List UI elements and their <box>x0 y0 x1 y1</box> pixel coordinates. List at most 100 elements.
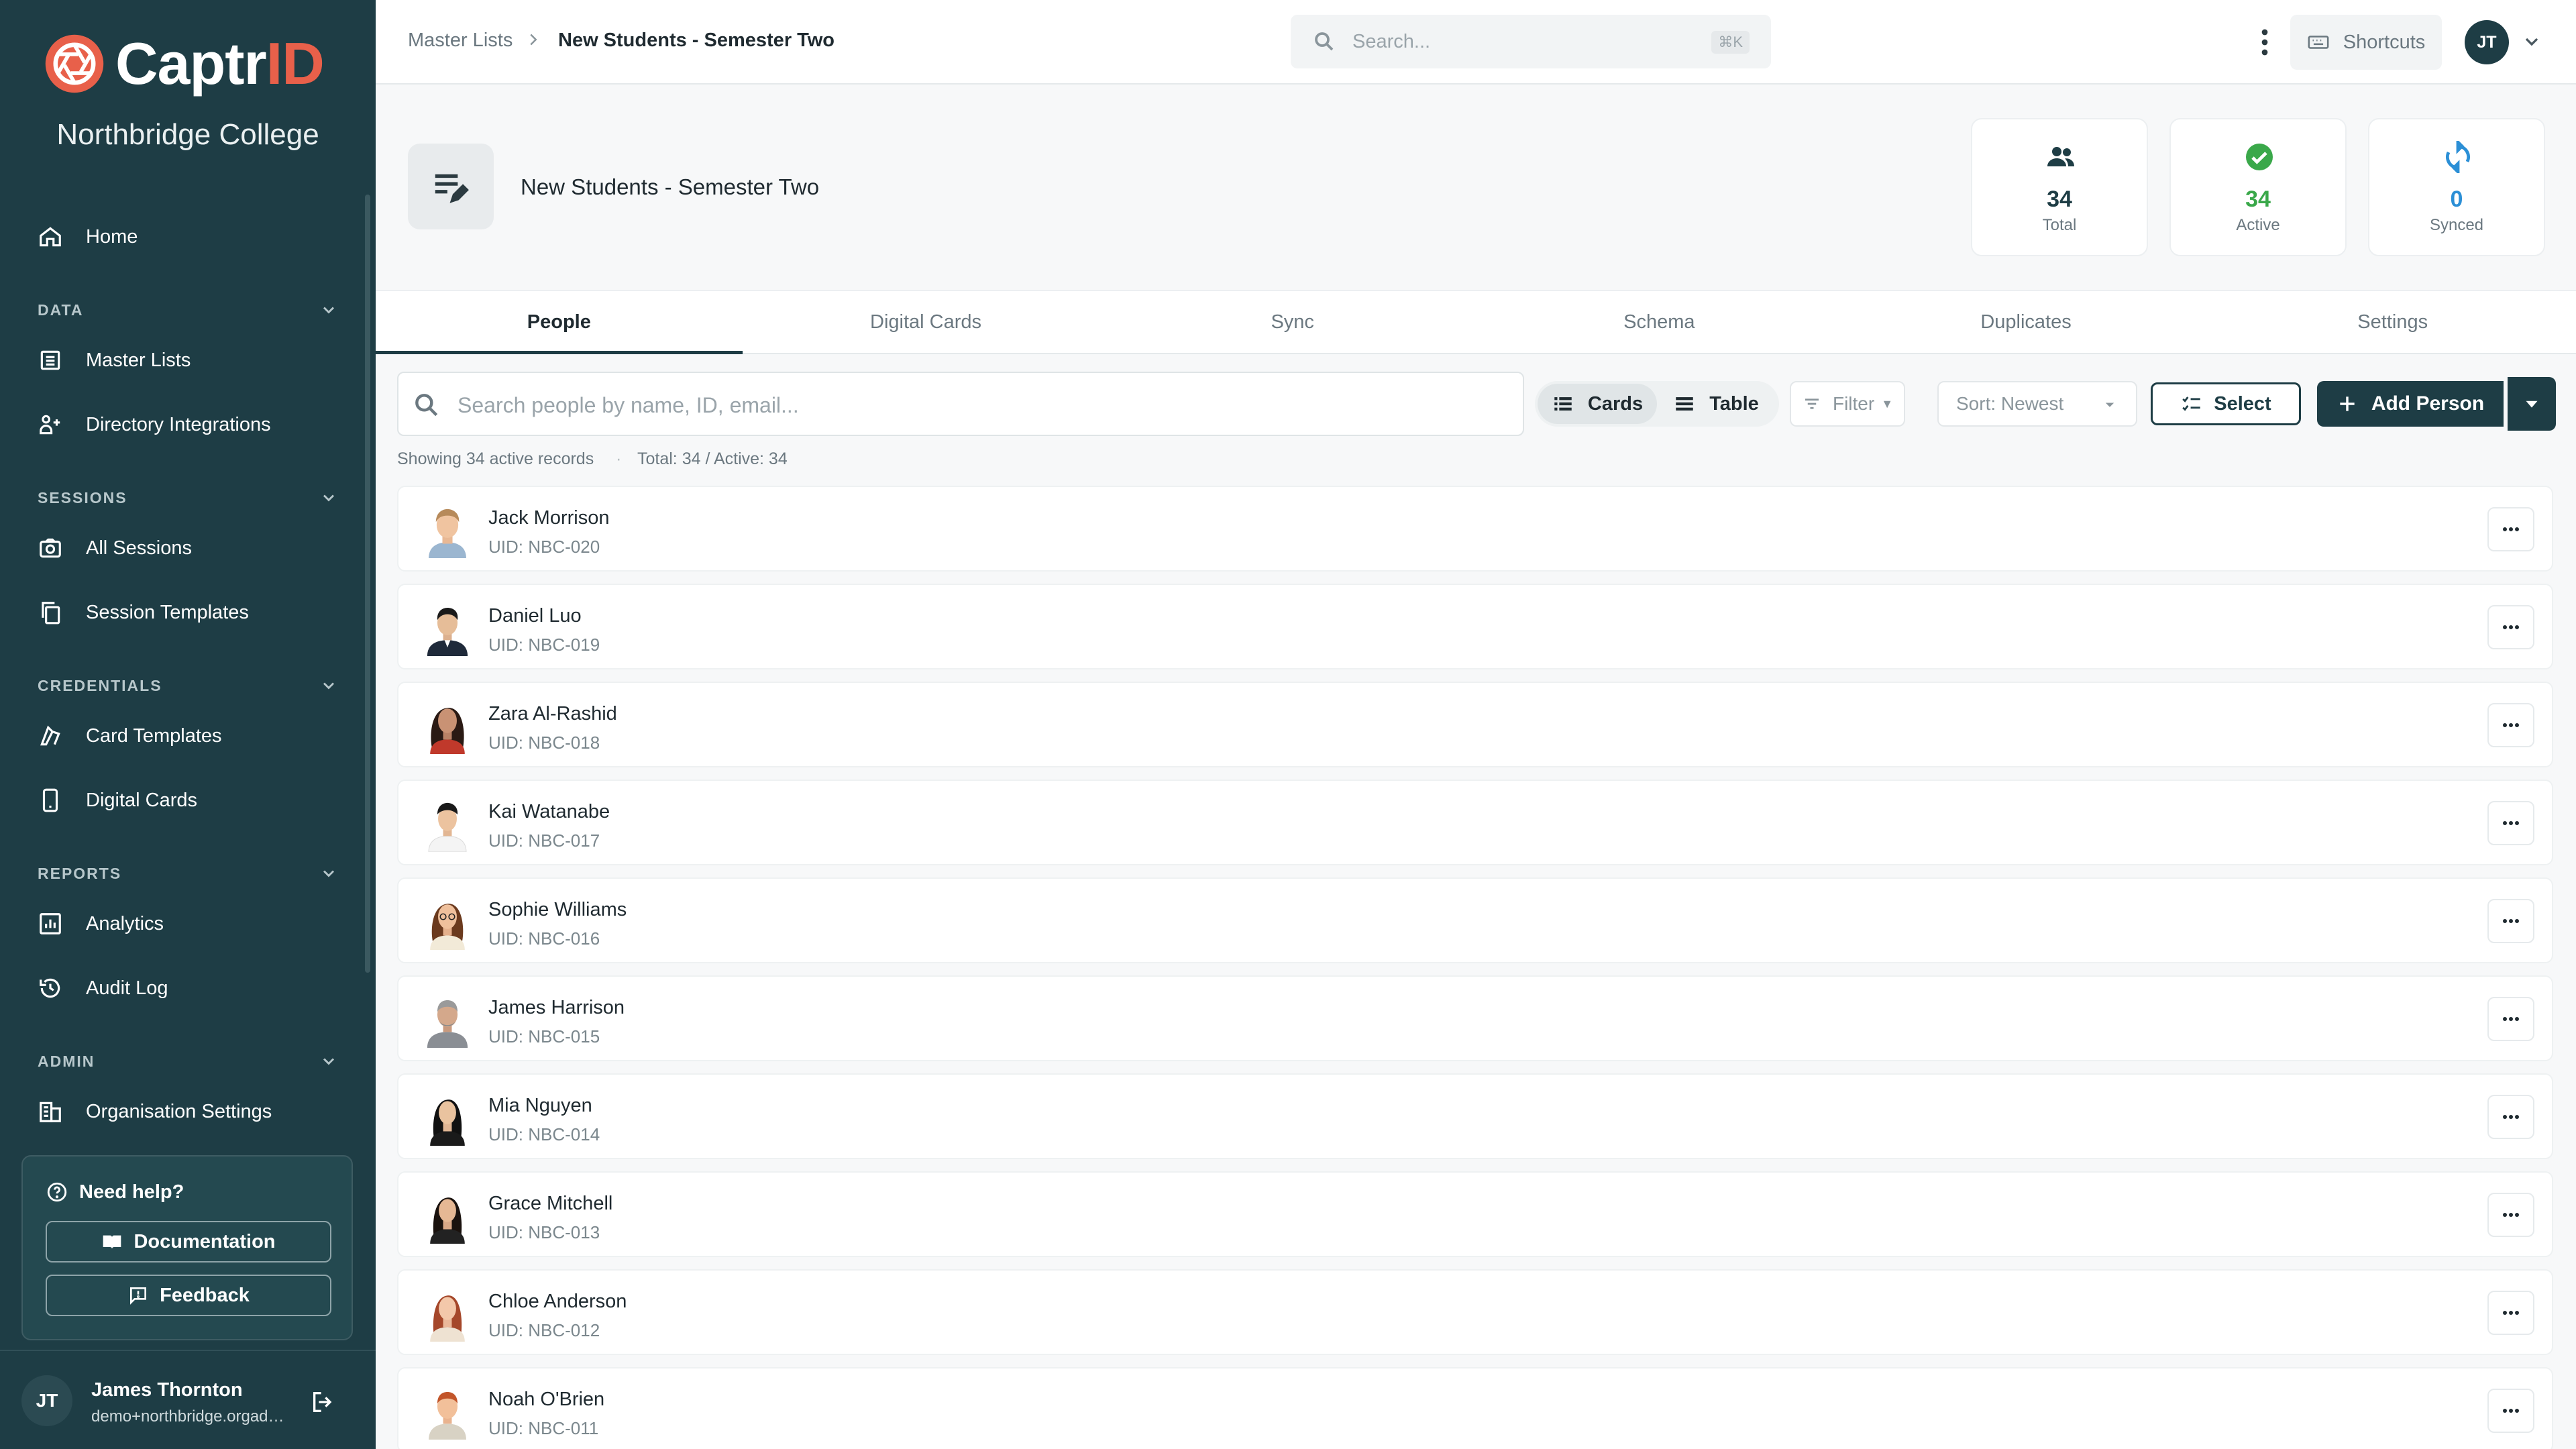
sidebar-item-card-templates[interactable]: Card Templates <box>38 712 222 759</box>
add-person-button[interactable]: Add Person <box>2317 381 2504 427</box>
person-uid: UID: NBC-011 <box>488 1418 599 1438</box>
page-title: New Students - Semester Two <box>521 174 820 199</box>
documentation-button[interactable]: Documentation <box>46 1221 331 1263</box>
filter-button[interactable]: Filter ▼ <box>1790 381 1905 427</box>
search-icon <box>1315 32 1334 51</box>
tab-people[interactable]: People <box>376 291 743 354</box>
section-reports[interactable]: REPORTS <box>38 864 338 883</box>
row-more-button[interactable] <box>2487 801 2534 845</box>
person-uid: UID: NBC-012 <box>488 1320 600 1340</box>
help-title: Need help? <box>46 1181 184 1203</box>
search-icon <box>415 394 438 417</box>
more-vertical-icon[interactable] <box>2251 25 2278 59</box>
person-photo <box>429 508 466 558</box>
shortcuts-button[interactable]: Shortcuts <box>2290 15 2442 70</box>
sidebar-item-digital-cards[interactable]: Digital Cards <box>38 777 197 824</box>
list-item[interactable]: Sophie Williams UID: NBC-016 <box>397 877 2553 963</box>
sidebar-item-organisation-settings[interactable]: Organisation Settings <box>38 1088 272 1135</box>
people-search-input[interactable]: Search people by name, ID, email... <box>397 372 1524 436</box>
sidebar-item-analytics[interactable]: Analytics <box>38 900 164 947</box>
person-uid: UID: NBC-013 <box>488 1222 600 1242</box>
row-more-button[interactable] <box>2487 1095 2534 1139</box>
row-more-button[interactable] <box>2487 1291 2534 1335</box>
view-toggle: Cards Table <box>1535 381 1779 427</box>
breadcrumb-master-lists[interactable]: Master Lists <box>408 30 513 52</box>
sidebar-item-home[interactable]: Home <box>38 213 138 260</box>
sidebar-item-directory-integrations[interactable]: Directory Integrations <box>38 401 271 448</box>
row-more-button[interactable] <box>2487 1389 2534 1433</box>
brand-logo[interactable]: CaptrID <box>43 32 325 95</box>
row-more-button[interactable] <box>2487 1193 2534 1237</box>
list-item[interactable]: Mia Nguyen UID: NBC-014 <box>397 1073 2553 1159</box>
analytics-icon <box>40 913 61 934</box>
person-uid: UID: NBC-018 <box>488 733 600 753</box>
copy-icon <box>42 602 60 625</box>
row-more-button[interactable] <box>2487 507 2534 551</box>
list-item[interactable]: James Harrison UID: NBC-015 <box>397 975 2553 1061</box>
integration-icon <box>40 415 60 435</box>
table-view-label: Table <box>1709 392 1759 415</box>
list-item[interactable]: Kai Watanabe UID: NBC-017 <box>397 780 2553 865</box>
chevron-down-icon[interactable] <box>2521 31 2542 52</box>
sidebar-item-all-sessions[interactable]: All Sessions <box>38 525 192 572</box>
feedback-button[interactable]: Feedback <box>46 1275 331 1316</box>
tab-settings[interactable]: Settings <box>2209 291 2576 353</box>
avatar[interactable]: JT <box>21 1375 72 1426</box>
chevron-down-icon <box>323 1058 335 1065</box>
select-button[interactable]: Select <box>2151 382 2301 425</box>
row-more-button[interactable] <box>2487 997 2534 1041</box>
sidebar-item-audit-log[interactable]: Audit Log <box>38 965 168 1012</box>
view-list-icon <box>1554 397 1572 411</box>
tab-duplicates[interactable]: Duplicates <box>1843 291 2210 353</box>
tab-digital-cards[interactable]: Digital Cards <box>743 291 1110 353</box>
person-photo <box>430 904 465 950</box>
list-item[interactable]: Zara Al-Rashid UID: NBC-018 <box>397 682 2553 767</box>
person-photo <box>430 1099 465 1146</box>
row-more-button[interactable] <box>2487 899 2534 943</box>
person-photo <box>427 607 468 656</box>
section-data[interactable]: DATA <box>38 301 338 319</box>
tab-bar: People Digital Cards Sync Schema Duplica… <box>376 290 2576 354</box>
top-bar: Master Lists New Students - Semester Two… <box>376 0 2576 85</box>
logout-icon[interactable] <box>310 1389 337 1415</box>
summary-totals: Total: 34 / Active: 34 <box>637 449 788 468</box>
list-item[interactable]: Grace Mitchell UID: NBC-013 <box>397 1171 2553 1257</box>
list-item[interactable]: Daniel Luo UID: NBC-019 <box>397 584 2553 669</box>
person-photo <box>430 1295 465 1342</box>
global-search-input[interactable]: Search... ⌘K <box>1291 15 1771 68</box>
avatar[interactable]: JT <box>2465 20 2509 64</box>
person-uid: UID: NBC-014 <box>488 1124 600 1144</box>
section-credentials[interactable]: CREDENTIALS <box>38 676 338 695</box>
check-circle-icon <box>2246 144 2273 170</box>
user-footer: JT James Thornton demo+northbridge.orgad… <box>0 1350 376 1449</box>
list-item[interactable]: Jack Morrison UID: NBC-020 <box>397 486 2553 572</box>
sidebar-scrollbar[interactable] <box>365 195 370 973</box>
list-item[interactable]: Noah O'Brien UID: NBC-011 <box>397 1367 2553 1449</box>
list-item[interactable]: Chloe Anderson UID: NBC-012 <box>397 1269 2553 1355</box>
section-admin[interactable]: ADMIN <box>38 1052 338 1071</box>
sidebar-item-label: Digital Cards <box>86 789 197 811</box>
aperture-logo-icon <box>45 34 104 93</box>
more-horizontal-icon <box>2503 1017 2519 1021</box>
checklist-icon <box>2182 396 2201 411</box>
people-search-placeholder: Search people by name, ID, email... <box>458 393 799 417</box>
person-uid: UID: NBC-017 <box>488 830 600 851</box>
table-view-button[interactable]: Table <box>1657 384 1775 424</box>
person-name: James Harrison <box>488 997 625 1018</box>
sidebar-item-session-templates[interactable]: Session Templates <box>38 589 249 636</box>
person-name: Daniel Luo <box>488 605 582 627</box>
row-more-button[interactable] <box>2487 703 2534 747</box>
tab-schema[interactable]: Schema <box>1476 291 1843 353</box>
user-name: James Thornton <box>91 1379 243 1401</box>
row-more-button[interactable] <box>2487 605 2534 649</box>
sidebar-item-master-lists[interactable]: Master Lists <box>38 337 191 384</box>
person-name: Mia Nguyen <box>488 1095 592 1116</box>
sort-select[interactable]: Sort: Newest <box>1937 381 2137 427</box>
section-sessions[interactable]: SESSIONS <box>38 488 338 507</box>
list-edit-icon-tile <box>408 144 494 229</box>
cards-view-button[interactable]: Cards <box>1538 384 1657 424</box>
stat-total-label: Total <box>2042 216 2077 234</box>
stat-total-value: 34 <box>2047 186 2072 212</box>
tab-sync[interactable]: Sync <box>1109 291 1476 353</box>
add-person-dropdown-button[interactable] <box>2508 377 2556 431</box>
